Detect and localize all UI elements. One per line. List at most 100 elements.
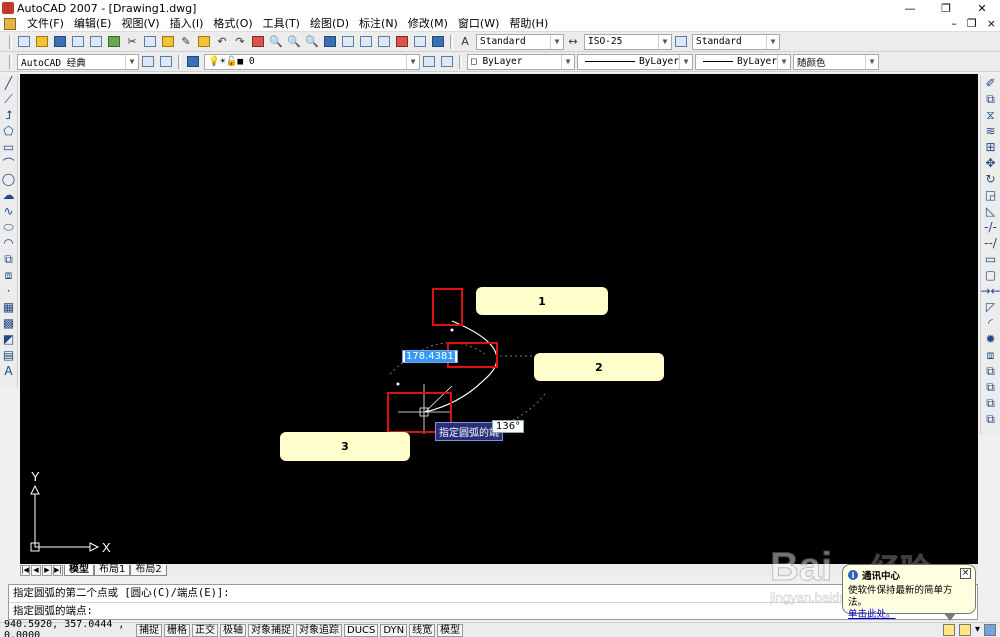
make-block-icon[interactable]: ⧈ — [0, 267, 17, 283]
warning-icon[interactable] — [942, 624, 955, 636]
polygon-icon[interactable]: ⬠ — [0, 123, 17, 139]
table-style-dropdown[interactable]: Standard ▼ — [692, 33, 780, 50]
new-file-icon[interactable] — [15, 34, 33, 50]
doc-close-button[interactable]: × — [987, 16, 996, 32]
gradient-icon[interactable]: ▩ — [0, 315, 17, 331]
mirror-icon[interactable]: ⧖ — [981, 107, 1000, 123]
workspace-settings-icon[interactable] — [139, 54, 157, 70]
color-dropdown[interactable]: □ ByLayer ▼ — [467, 53, 575, 70]
send-back-icon[interactable]: ⧉ — [981, 379, 1000, 395]
multiline-text-icon[interactable]: A — [0, 363, 17, 379]
offset-icon[interactable]: ≋ — [981, 123, 1000, 139]
minimize-button[interactable]: — — [892, 0, 928, 16]
calculator-icon[interactable] — [411, 34, 429, 50]
bring-above-icon[interactable]: ⧉ — [981, 395, 1000, 411]
undo-icon[interactable]: ↶ — [213, 34, 231, 50]
lineweight-toggle[interactable]: 线宽 — [409, 623, 436, 637]
erase-icon[interactable]: ✐ — [981, 75, 1000, 91]
draw-order-icon[interactable]: ⧈ — [981, 347, 1000, 363]
break-icon[interactable]: ▢ — [981, 267, 1000, 283]
ellipse-icon[interactable]: ⬭ — [0, 219, 17, 235]
lineweight-dropdown[interactable]: ByLayer ▼ — [695, 53, 791, 70]
dim-style-icon[interactable]: ↔ — [564, 34, 582, 50]
rectangle-icon[interactable]: ▭ — [0, 139, 17, 155]
ellipse-arc-icon[interactable]: ◠ — [0, 235, 17, 251]
bring-front-icon[interactable]: ⧉ — [981, 363, 1000, 379]
snap-toggle[interactable]: 捕捉 — [136, 623, 162, 637]
toolbar-grip[interactable] — [9, 34, 12, 49]
tab-model[interactable]: 模型 — [64, 564, 94, 576]
move-icon[interactable]: ✥ — [981, 155, 1000, 171]
region-icon[interactable]: ◩ — [0, 331, 17, 347]
menu-modify[interactable]: 修改(M) — [403, 16, 453, 32]
markup-icon[interactable] — [393, 34, 411, 50]
text-style-icon[interactable]: A — [456, 34, 474, 50]
chamfer-icon[interactable]: ◸ — [981, 299, 1000, 315]
redo-icon[interactable]: ↷ — [231, 34, 249, 50]
revision-cloud-icon[interactable]: ☁ — [0, 187, 17, 203]
match-properties-icon[interactable]: ✎ — [177, 34, 195, 50]
menu-insert[interactable]: 插入(I) — [165, 16, 209, 32]
table-icon[interactable]: ▤ — [0, 347, 17, 363]
drawing-area[interactable]: X Y 1 2 3 178.4381 指定圆弧的端 136° — [20, 74, 978, 564]
fillet-icon[interactable]: ◜ — [981, 315, 1000, 331]
close-button[interactable]: ✕ — [964, 0, 1000, 16]
rotate-icon[interactable]: ↻ — [981, 171, 1000, 187]
menu-file[interactable]: 文件(F) — [22, 16, 69, 32]
tray-menu-arrow-icon[interactable]: ▾ — [975, 624, 980, 636]
stretch-icon[interactable]: ◺ — [981, 203, 1000, 219]
prev-tab-button[interactable]: ◀ — [31, 564, 41, 576]
linetype-dropdown[interactable]: ByLayer ▼ — [577, 53, 693, 70]
balloon-link[interactable]: 单击此处。 — [848, 609, 896, 620]
help-icon[interactable] — [429, 34, 447, 50]
menu-format[interactable]: 格式(O) — [208, 16, 257, 32]
cut-icon[interactable]: ✂ — [123, 34, 141, 50]
balloon-close-button[interactable]: × — [960, 568, 971, 579]
zoom-window-icon[interactable]: 🔍 — [285, 34, 303, 50]
tab-layout1[interactable]: 布局1 — [94, 564, 131, 576]
tab-layout2[interactable]: 布局2 — [130, 564, 167, 576]
grid-toggle[interactable]: 栅格 — [164, 623, 190, 637]
zoom-realtime-icon[interactable]: 🔍 — [267, 34, 285, 50]
dynamic-input-field[interactable]: 178.4381 — [402, 350, 458, 363]
paste-icon[interactable] — [159, 34, 177, 50]
menu-draw[interactable]: 绘图(D) — [305, 16, 354, 32]
copy-icon[interactable] — [141, 34, 159, 50]
print-preview-icon[interactable] — [87, 34, 105, 50]
restore-button[interactable]: ❐ — [928, 0, 964, 16]
ducs-toggle[interactable]: DUCS — [344, 623, 379, 637]
construction-line-icon[interactable]: ⟋ — [0, 91, 17, 107]
explode-icon[interactable]: ✹ — [981, 331, 1000, 347]
osnap-toggle[interactable]: 对象捕捉 — [248, 623, 294, 637]
dim-style-dropdown[interactable]: ISO-25 ▼ — [584, 33, 672, 50]
break-at-point-icon[interactable]: ▭ — [981, 251, 1000, 267]
properties-icon[interactable] — [321, 34, 339, 50]
design-center-icon[interactable] — [339, 34, 357, 50]
make-layer-current-icon[interactable] — [420, 54, 438, 70]
table-style-icon[interactable] — [672, 34, 690, 50]
polar-toggle[interactable]: 极轴 — [220, 623, 246, 637]
block-editor-icon[interactable] — [195, 34, 213, 50]
extend-icon[interactable]: --/ — [981, 235, 1000, 251]
menu-help[interactable]: 帮助(H) — [504, 16, 553, 32]
first-tab-button[interactable]: |◀ — [20, 564, 30, 576]
dyn-toggle[interactable]: DYN — [380, 623, 408, 637]
angle-input-field[interactable]: 136° — [492, 420, 525, 433]
next-tab-button[interactable]: ▶ — [42, 564, 52, 576]
publish-icon[interactable] — [105, 34, 123, 50]
ortho-toggle[interactable]: 正交 — [192, 623, 218, 637]
zoom-previous-icon[interactable]: 🔍 — [303, 34, 321, 50]
toolbar-grip-styles[interactable] — [450, 34, 453, 49]
send-under-icon[interactable]: ⧉ — [981, 411, 1000, 427]
layer-previous-icon[interactable] — [438, 54, 456, 70]
array-icon[interactable]: ⊞ — [981, 139, 1000, 155]
last-tab-button[interactable]: ▶| — [53, 564, 63, 576]
save-icon[interactable] — [51, 34, 69, 50]
text-style-dropdown[interactable]: Standard ▼ — [476, 33, 564, 50]
otrack-toggle[interactable]: 对象追踪 — [296, 623, 342, 637]
menu-window[interactable]: 窗口(W) — [453, 16, 504, 32]
workspace-save-icon[interactable] — [157, 54, 175, 70]
join-icon[interactable]: →← — [980, 283, 1000, 299]
document-icon[interactable] — [4, 17, 16, 30]
doc-minimize-button[interactable]: – — [951, 16, 957, 32]
